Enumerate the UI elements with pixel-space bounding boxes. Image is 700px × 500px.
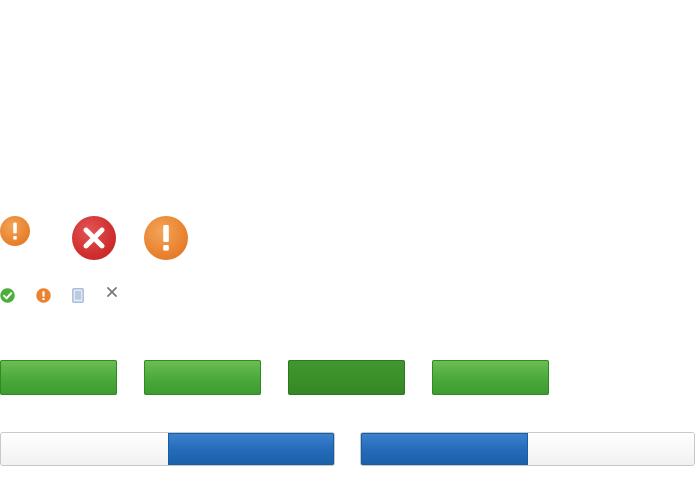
close-icon[interactable] — [106, 286, 118, 298]
green-button[interactable] — [432, 360, 549, 395]
toggle-option-right[interactable] — [527, 433, 694, 465]
toggle-option-left[interactable] — [1, 433, 168, 465]
error-icon — [72, 216, 116, 260]
toggle-option-left-selected[interactable] — [361, 433, 528, 465]
green-button[interactable] — [0, 360, 117, 395]
warning-icon — [144, 216, 188, 260]
green-button[interactable] — [144, 360, 261, 395]
warning-icon — [0, 216, 30, 246]
check-icon — [0, 288, 15, 303]
green-button-pressed[interactable] — [288, 360, 405, 395]
segmented-toggle[interactable] — [0, 432, 335, 466]
segmented-toggle[interactable] — [360, 432, 695, 466]
document-icon — [72, 288, 84, 303]
component-sheet — [0, 0, 700, 500]
warning-icon — [36, 288, 51, 303]
toggle-option-right-selected[interactable] — [167, 433, 334, 465]
